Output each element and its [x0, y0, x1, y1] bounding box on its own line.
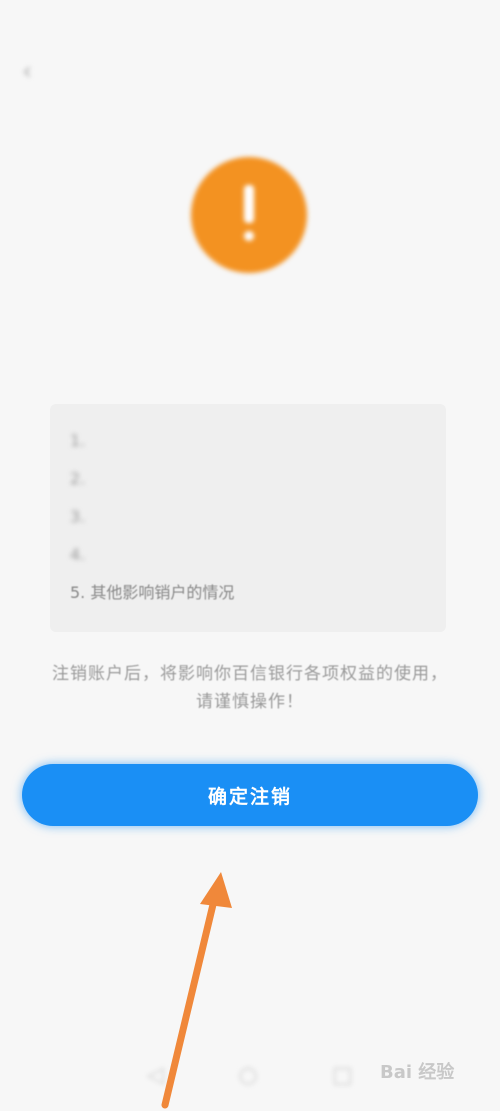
list-item: 5. 其他影响销户的情况 — [70, 574, 446, 612]
watermark: Bai 经验 — [380, 1062, 455, 1083]
warning-notice: 注销账户后，将影响你百信银行各项权益的使用，请谨慎操作！ — [52, 664, 448, 712]
chevron-left-icon[interactable]: ‹ — [16, 59, 38, 83]
list-item-number: 2. — [70, 469, 86, 488]
list-item-number: 3. — [70, 507, 86, 526]
header: ‹ — [0, 38, 500, 108]
warning-icon-dot — [244, 231, 254, 241]
list-item: 3. — [70, 498, 446, 536]
back-nav-icon[interactable]: ◁ — [147, 1063, 164, 1088]
list-item-number: 1. — [70, 431, 86, 450]
arrow-head — [200, 872, 232, 908]
list-item-number: 5. — [70, 583, 86, 602]
warning-icon-bar — [244, 185, 254, 223]
status-bar — [0, 0, 500, 38]
list-item: 2. — [70, 460, 446, 498]
list-item: 4. — [70, 536, 446, 574]
list-item: 1. — [70, 422, 446, 460]
warning-icon — [191, 157, 307, 273]
list-item-number: 4. — [70, 545, 86, 564]
list-item-text: 其他影响销户的情况 — [90, 583, 235, 602]
home-nav-icon[interactable]: ○ — [238, 1063, 257, 1088]
conditions-list: 1. 2. 3. 4. 5. 其他影响销户的情况 — [50, 404, 446, 632]
recents-nav-icon[interactable]: □ — [332, 1063, 353, 1088]
confirm-cancel-account-button[interactable]: 确定注销 — [22, 764, 478, 826]
